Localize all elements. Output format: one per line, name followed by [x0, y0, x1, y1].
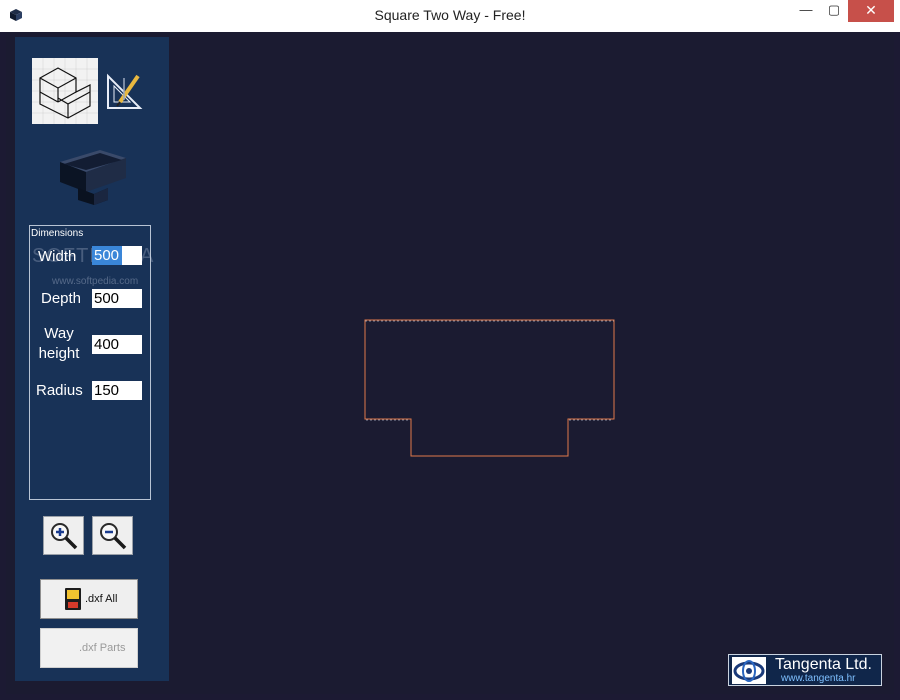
company-url[interactable]: www.tangenta.hr	[781, 673, 856, 684]
zoom-in-icon	[51, 523, 78, 550]
zoom-in-button[interactable]	[43, 516, 84, 555]
isometric-cube-icon[interactable]	[32, 58, 98, 124]
radius-label: Radius	[36, 382, 83, 399]
title-bar: Square Two Way - Free! — ▢ ✕	[0, 0, 900, 32]
dimensions-group-label: Dimensions	[31, 228, 84, 239]
window-title: Square Two Way - Free!	[374, 7, 526, 23]
depth-label: Depth	[41, 290, 82, 307]
part-outline	[364, 319, 615, 457]
way-height-label-line2: height	[38, 345, 80, 362]
drawing-canvas[interactable]	[170, 37, 894, 681]
company-name: Tangenta Ltd.	[775, 656, 872, 673]
zoom-out-icon	[100, 523, 127, 550]
width-input[interactable]	[92, 246, 142, 265]
close-button[interactable]: ✕	[848, 0, 894, 22]
dxf-all-label: .dxf All	[85, 593, 118, 605]
way-height-label-line1: Way	[44, 325, 74, 342]
minimize-button[interactable]: —	[792, 0, 820, 22]
way-height-input[interactable]	[92, 335, 142, 354]
depth-input[interactable]	[92, 289, 142, 308]
company-logo[interactable]: Tangenta Ltd. www.tangenta.hr	[728, 654, 882, 686]
way-height-label: Way height	[36, 324, 82, 364]
dxf-parts-button[interactable]: .dxf Parts	[40, 628, 138, 668]
dxf-all-button[interactable]: .dxf All	[40, 579, 138, 619]
zoom-out-button[interactable]	[92, 516, 133, 555]
maximize-button[interactable]: ▢	[820, 0, 848, 22]
floppy-disk-icon	[65, 588, 81, 610]
dxf-parts-label: .dxf Parts	[79, 642, 126, 654]
3d-part-icon	[60, 150, 126, 205]
drawing-tools-icon[interactable]	[104, 72, 144, 112]
width-label: Width	[38, 248, 77, 265]
radius-input[interactable]	[92, 381, 142, 400]
tangenta-logo-icon	[732, 657, 766, 684]
